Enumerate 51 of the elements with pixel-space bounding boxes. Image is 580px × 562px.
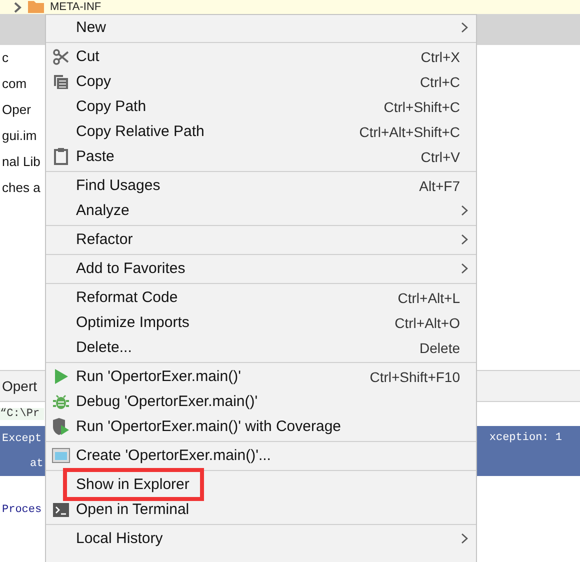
menu-item[interactable]: Copy Ctrl+C <box>46 69 476 94</box>
menu-item[interactable]: Refactor <box>46 227 476 252</box>
menu-item[interactable]: Debug 'OpertorExer.main()' <box>46 389 476 414</box>
shortcut-label: Ctrl+Alt+L <box>398 290 460 306</box>
run-tab[interactable]: Opert <box>2 378 38 394</box>
console-line: xception: 1 <box>488 432 562 444</box>
tree-item[interactable]: gui.im <box>0 123 37 149</box>
tree-item[interactable]: Oper <box>0 97 31 123</box>
shield-play-icon <box>52 418 70 436</box>
shortcut-label: Ctrl+Shift+C <box>384 98 460 114</box>
menu-item[interactable]: Run 'OpertorExer.main()' with Coverage <box>46 414 476 439</box>
tree-item[interactable]: ches a <box>0 175 40 201</box>
menu-item[interactable]: Optimize Imports Ctrl+Alt+O <box>46 310 476 335</box>
copy-icon <box>53 74 69 90</box>
menu-item[interactable]: Paste Ctrl+V <box>46 144 476 169</box>
bug-icon <box>53 394 69 410</box>
terminal-icon <box>53 502 69 516</box>
menu-item[interactable]: Show in Explorer <box>46 472 476 497</box>
chevron-right-icon[interactable] <box>14 2 22 12</box>
shortcut-label: Alt+F7 <box>419 178 460 194</box>
menu-item[interactable]: Copy Relative Path Ctrl+Alt+Shift+C <box>46 119 476 144</box>
shortcut-label: Ctrl+Alt+O <box>394 314 460 330</box>
shortcut-label: Ctrl+Alt+Shift+C <box>359 124 460 140</box>
window-icon <box>52 448 70 463</box>
scissors-icon <box>53 48 69 64</box>
tree-item[interactable]: com <box>0 71 27 97</box>
tree-item[interactable]: c <box>0 45 8 71</box>
shortcut-label: Delete <box>420 340 460 356</box>
menu-item[interactable]: Create 'OpertorExer.main()'... <box>46 443 476 468</box>
shortcut-label: Ctrl+C <box>420 74 460 90</box>
tree-item[interactable]: nal Lib <box>0 149 40 175</box>
menu-item[interactable]: Copy Path Ctrl+Shift+C <box>46 94 476 119</box>
menu-item[interactable]: Analyze <box>46 198 476 223</box>
tree-item[interactable]: META-INF <box>50 1 102 13</box>
console-line: at <box>29 458 44 470</box>
menu-item[interactable]: Local History <box>46 526 476 551</box>
menu-item[interactable]: Reformat Code Ctrl+Alt+L <box>46 285 476 310</box>
menu-item[interactable]: Open in Terminal <box>46 497 476 522</box>
menu-item[interactable]: Delete... Delete <box>46 335 476 360</box>
shortcut-label: Ctrl+V <box>420 148 460 164</box>
menu-item[interactable]: New <box>46 15 476 40</box>
shortcut-label: Ctrl+Shift+F10 <box>370 368 460 384</box>
menu-item[interactable]: Add to Favorites <box>46 256 476 281</box>
clipboard-icon <box>54 148 68 165</box>
console-line: Except <box>1 432 42 444</box>
console-line: Proces <box>1 504 42 516</box>
menu-item[interactable]: Run 'OpertorExer.main()' Ctrl+Shift+F10 <box>46 364 476 389</box>
play-icon <box>54 369 68 384</box>
shortcut-label: Ctrl+X <box>420 48 460 64</box>
menu-item[interactable]: Find Usages Alt+F7 <box>46 173 476 198</box>
menu-item[interactable]: Cut Ctrl+X <box>46 44 476 69</box>
